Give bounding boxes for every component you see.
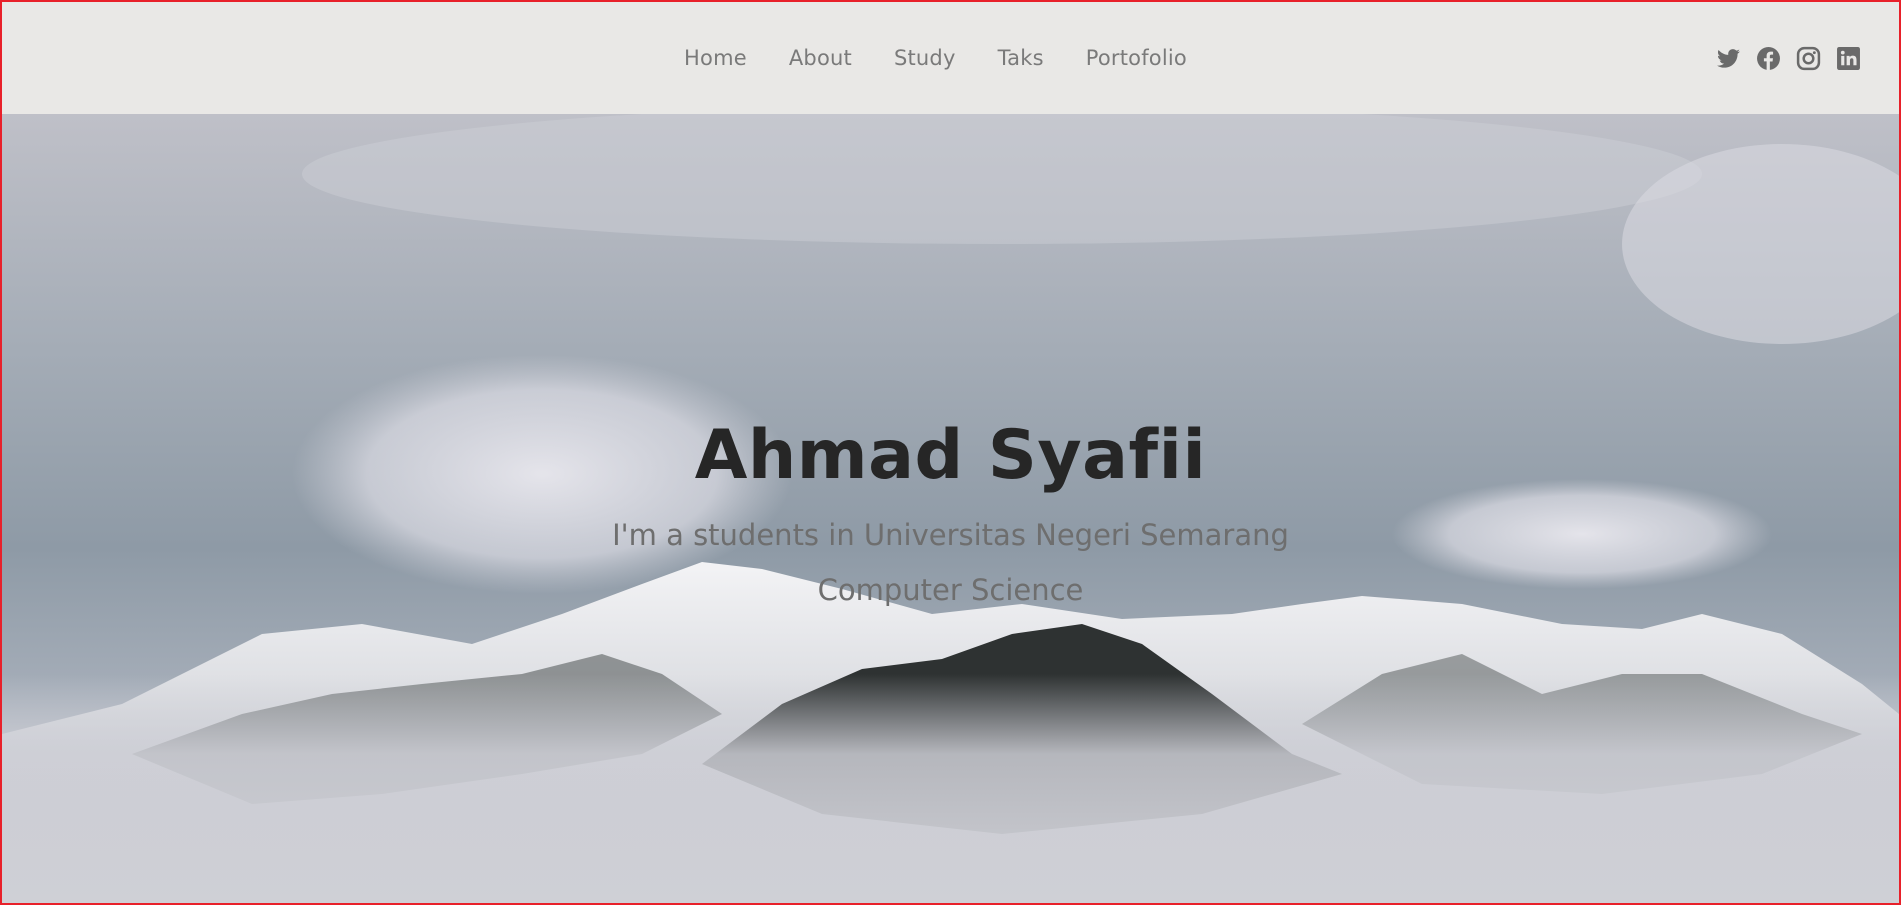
- hero-title: Ahmad Syafii: [694, 416, 1207, 495]
- instagram-icon[interactable]: [1796, 46, 1821, 71]
- nav-link-portofolio[interactable]: Portofolio: [1086, 46, 1187, 70]
- hero-text: Ahmad Syafii I'm a students in Universit…: [2, 414, 1899, 618]
- navbar: Home About Study Taks Portofolio: [2, 2, 1899, 114]
- hero-section: Ahmad Syafii I'm a students in Universit…: [2, 114, 1899, 903]
- twitter-icon[interactable]: [1716, 46, 1741, 71]
- nav-link-about[interactable]: About: [789, 46, 852, 70]
- social-links: [1716, 46, 1861, 71]
- nav-link-taks[interactable]: Taks: [998, 46, 1044, 70]
- facebook-icon[interactable]: [1756, 46, 1781, 71]
- hero-subtitle: I'm a students in Universitas Negeri Sem…: [612, 518, 1289, 607]
- nav-link-study[interactable]: Study: [894, 46, 956, 70]
- nav-link-home[interactable]: Home: [684, 46, 747, 70]
- nav-menu: Home About Study Taks Portofolio: [2, 2, 1899, 114]
- linkedin-icon[interactable]: [1836, 46, 1861, 71]
- page-frame: Home About Study Taks Portofolio Ahmad S…: [0, 0, 1901, 905]
